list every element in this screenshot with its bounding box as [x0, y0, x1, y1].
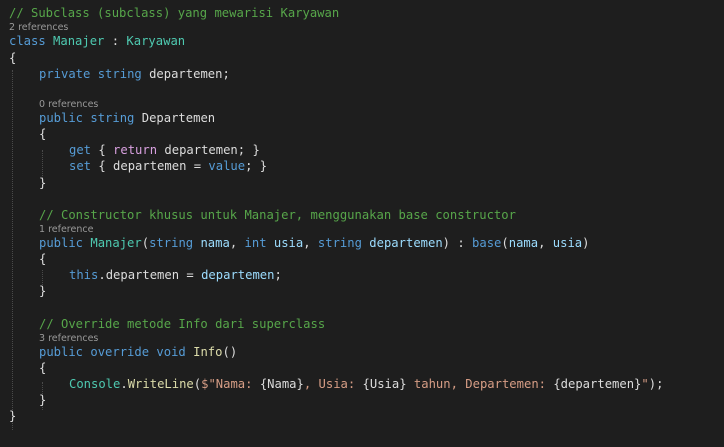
code-token: ,: [229, 236, 245, 251]
code-token: get: [69, 143, 92, 158]
code-token: base: [472, 236, 502, 251]
code-token: private: [39, 66, 91, 81]
code-token: {departemen}: [553, 377, 642, 392]
code-token: class: [9, 34, 46, 49]
code-token: value: [208, 159, 246, 174]
code-token: ) :: [442, 236, 473, 251]
code-token: :: [104, 34, 127, 49]
code-token: usia: [273, 236, 304, 251]
codelens-references[interactable]: 2 references: [9, 22, 68, 34]
code-line: }: [9, 392, 46, 408]
code-line: }: [9, 408, 16, 424]
code-token: Departemen: [134, 111, 216, 126]
code-token: Info: [193, 345, 223, 359]
code-line: public Manajer(string nama, int usia, st…: [9, 235, 589, 251]
code-token: nama: [508, 236, 539, 251]
code-token: (): [222, 345, 238, 359]
code-line: {: [9, 50, 16, 66]
code-line: {: [9, 251, 46, 267]
code-token: void: [156, 345, 186, 359]
code-token: {: [39, 127, 47, 142]
code-line: {: [9, 126, 46, 142]
code-token: {: [39, 252, 47, 267]
code-token: ;: [274, 268, 282, 283]
code-token: }: [9, 409, 17, 424]
code-token: ; }: [245, 159, 268, 174]
codelens-references[interactable]: 3 references: [9, 333, 98, 345]
code-line: {: [9, 360, 46, 376]
code-token: set: [69, 159, 92, 174]
code-token: {: [9, 50, 17, 65]
code-token: }: [39, 175, 47, 190]
code-token: int: [244, 236, 267, 251]
code-token: $"Nama:: [201, 377, 260, 392]
code-token: return: [113, 143, 158, 158]
code-token: );: [648, 377, 664, 392]
code-editor[interactable]: // Subclass (subclass) yang mewarisi Kar…: [0, 0, 724, 447]
code-token: override: [90, 345, 150, 359]
code-token: ,: [538, 236, 553, 251]
code-token: Karyawan: [126, 34, 186, 49]
code-token: Manajer: [90, 236, 142, 251]
code-token: string: [149, 236, 194, 251]
code-line: // Subclass (subclass) yang mewarisi Kar…: [9, 5, 339, 21]
code-line: class Manajer : Karyawan: [9, 33, 185, 49]
code-token: .: [120, 377, 128, 392]
code-line: Console.WriteLine($"Nama: {Nama}, Usia: …: [9, 376, 663, 392]
code-token: this: [69, 268, 99, 283]
code-token: (: [141, 236, 150, 251]
code-token: {: [39, 361, 47, 376]
code-token: ): [582, 236, 590, 251]
code-token: {Nama}: [259, 377, 304, 392]
code-token: , Usia:: [303, 377, 363, 392]
code-line: }: [9, 283, 46, 299]
code-token: }: [39, 393, 47, 408]
code-token: {: [91, 143, 114, 158]
code-line: public override void Info(): [9, 344, 237, 360]
code-line: // Override metode Info dari superclass: [9, 316, 325, 332]
code-token: WriteLine: [127, 377, 194, 392]
code-token: ": [641, 377, 649, 392]
code-token: public: [39, 345, 84, 359]
code-token: {Usia}: [362, 377, 407, 392]
code-line: this.departemen = departemen;: [9, 267, 282, 283]
code-token: public: [39, 236, 84, 251]
code-token: // Subclass (subclass) yang mewarisi Kar…: [9, 6, 340, 20]
code-line: }: [9, 175, 46, 191]
codelens-references[interactable]: 1 reference: [9, 224, 93, 236]
code-token: Console: [69, 377, 121, 392]
code-token: (: [193, 377, 202, 392]
code-token: .departemen =: [98, 268, 202, 283]
code-line: // Constructor khusus untuk Manajer, men…: [9, 207, 516, 223]
code-token: departemen;: [141, 66, 230, 81]
codelens-references[interactable]: 0 references: [9, 99, 98, 111]
code-line: public string Departemen: [9, 110, 215, 126]
code-token: tahun, Departemen:: [406, 377, 554, 392]
code-line: set { departemen = value; }: [9, 158, 267, 174]
code-token: string: [90, 111, 135, 126]
code-token: }: [39, 284, 47, 299]
code-token: // Constructor khusus untuk Manajer, men…: [39, 207, 516, 222]
code-token: { departemen =: [91, 159, 209, 174]
code-token: Manajer: [53, 34, 105, 49]
code-token: departemen; }: [157, 143, 260, 158]
code-token: (: [501, 236, 509, 251]
code-token: nama: [200, 236, 230, 251]
code-line: private string departemen;: [9, 66, 230, 82]
code-line: get { return departemen; }: [9, 142, 260, 158]
code-token: public: [39, 111, 84, 126]
code-token: departemen: [369, 236, 443, 251]
code-token: // Override metode Info dari superclass: [39, 316, 326, 331]
code-token: usia: [552, 236, 583, 251]
code-token: string: [97, 66, 142, 81]
code-token: departemen: [201, 268, 275, 283]
code-token: ,: [303, 236, 318, 251]
code-token: string: [317, 236, 362, 251]
